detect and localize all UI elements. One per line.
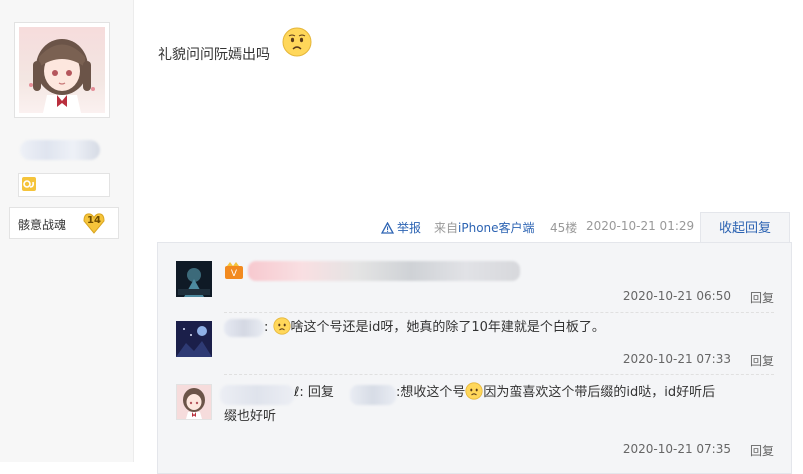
post-timestamp: 2020-10-21 01:29	[586, 219, 695, 233]
reply-avatar[interactable]	[176, 384, 212, 420]
post-body-text: 礼貌问问阮嫣出吗	[158, 47, 270, 63]
reply-avatar[interactable]	[176, 321, 212, 357]
reply-content: : 啥这个号还是id呀，她真的除了10年建就是个白板了。	[264, 316, 605, 340]
reply-content: :想收这个号 因为蛮喜欢这个带后缀的id哒，id好听后	[396, 381, 715, 405]
reply-user-suffix: ℓ: 回复	[294, 381, 334, 405]
report-link[interactable]: 举报	[381, 219, 421, 236]
source-client-link[interactable]: iPhone客户端	[458, 221, 535, 235]
svg-text:V: V	[231, 269, 238, 279]
floor-number: 45楼	[550, 221, 578, 235]
author-honor-title[interactable]: 骸意战魂 14	[9, 207, 119, 239]
crying-smiley-icon	[282, 27, 312, 57]
replied-username-obscured[interactable]	[350, 385, 396, 405]
author-avatar[interactable]	[14, 22, 110, 118]
vip-badge-icon: V	[224, 262, 244, 280]
collapse-replies-button[interactable]: 收起回复	[700, 212, 790, 243]
dark-character-avatar-image	[176, 261, 212, 297]
author-level-badge	[18, 173, 110, 197]
anime-girl-avatar-image	[177, 385, 211, 419]
reply-username-obscured[interactable]	[248, 261, 520, 281]
reply-button[interactable]: 回复	[750, 289, 774, 306]
reply-text-part1: :想收这个号	[396, 385, 466, 400]
reply-divider	[224, 312, 774, 313]
reply-divider	[224, 374, 774, 375]
reply-separator: :	[299, 385, 304, 400]
reply-button[interactable]: 回复	[750, 442, 774, 459]
reply-button[interactable]: 回复	[750, 352, 774, 369]
report-label: 举报	[397, 221, 422, 235]
author-username-obscured[interactable]	[20, 140, 100, 160]
reply-separator: :	[264, 320, 269, 335]
reply-list: V 2020-10-21 06:50 回复 : 啥这个号还是id呀，她真的除了1…	[157, 242, 792, 474]
level-number: 14	[87, 215, 101, 226]
reply-avatar[interactable]	[176, 261, 212, 297]
reply-text: 啥这个号还是id呀，她真的除了10年建就是个白板了。	[290, 320, 605, 335]
reply-to-label: 回复	[307, 385, 334, 400]
source-prefix: 来自	[434, 221, 459, 235]
reply-username-obscured[interactable]	[220, 385, 294, 405]
warning-triangle-icon	[381, 222, 394, 234]
reply-content-line2: 缀也好听	[224, 409, 277, 424]
author-sidebar: 骸意战魂 14	[0, 0, 134, 462]
night-scene-avatar-image	[176, 321, 212, 357]
anime-girl-avatar-image	[19, 27, 105, 113]
reply-username-obscured[interactable]	[224, 319, 264, 337]
reply-timestamp: 2020-10-21 06:50	[622, 289, 731, 303]
honor-title-text: 骸意战魂	[18, 218, 67, 232]
reply-text-part2: 因为蛮喜欢这个带后缀的id哒，id好听后	[483, 385, 716, 400]
leo-zodiac-icon	[22, 177, 36, 191]
reply-timestamp: 2020-10-21 07:35	[622, 442, 731, 456]
crying-smiley-icon	[272, 317, 291, 335]
reply-timestamp: 2020-10-21 07:33	[622, 352, 731, 366]
crying-smiley-icon	[465, 382, 483, 400]
post-source: 来自iPhone客户端	[434, 219, 535, 236]
